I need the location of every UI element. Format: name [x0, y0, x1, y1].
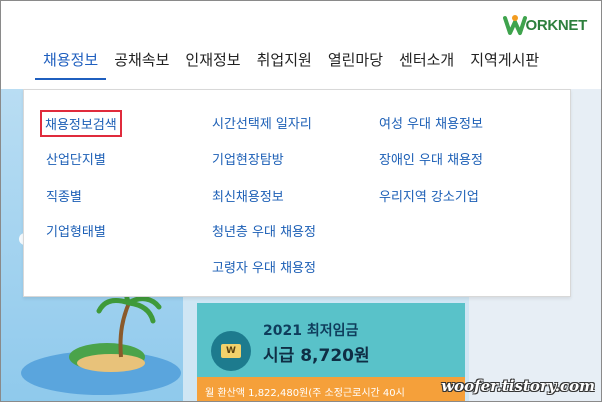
nav-item-employment-support[interactable]: 취업지원 [249, 45, 320, 80]
worknet-logo[interactable]: ORKNET [503, 12, 587, 38]
nav-item-center-intro[interactable]: 센터소개 [391, 45, 462, 80]
menu-part-time-jobs[interactable]: 시간선택제 일자리 [212, 113, 312, 132]
menu-by-company-type[interactable]: 기업형태별 [46, 221, 106, 240]
watermark-text: woofer.tistory.com [441, 377, 595, 395]
menu-company-visits[interactable]: 기업현장탐방 [212, 149, 284, 168]
menu-job-search[interactable]: 채용정보검색 [40, 110, 122, 137]
nav-item-talent-info[interactable]: 인재정보 [177, 45, 248, 80]
nav-item-recruit-news[interactable]: 공채속보 [106, 45, 177, 80]
hourly-wage-value: 시급 8,720원 [263, 346, 370, 366]
menu-local-strong-companies[interactable]: 우리지역 강소기업 [379, 186, 479, 205]
island-illustration [21, 293, 181, 395]
nav-item-open-forum[interactable]: 열린마당 [320, 45, 391, 80]
worknet-window: ORKNET 채용정보 공채속보 인재정보 취업지원 열린마당 센터소개 지역게… [0, 0, 602, 402]
logo-text: ORKNET [525, 16, 587, 34]
nav-item-job-info[interactable]: 채용정보 [35, 45, 107, 80]
menu-by-occupation[interactable]: 직종별 [46, 186, 82, 205]
job-info-dropdown-menu: 채용정보검색 산업단지별 직종별 기업형태별 시간선택제 일자리 기업현장탐방 … [23, 89, 571, 297]
minimum-wage-banner[interactable]: W 2021 최저임금 시급 8,720원 월 환산액 1,822,480원(주… [197, 303, 465, 401]
menu-industrial-complex[interactable]: 산업단지별 [46, 149, 106, 168]
wage-year-label: 2021 최저임금 [263, 323, 359, 339]
menu-women-preferred[interactable]: 여성 우대 채용정보 [379, 113, 483, 132]
worknet-w-logo-icon [503, 15, 528, 35]
global-nav: 채용정보 공채속보 인재정보 취업지원 열린마당 센터소개 지역게시판 [35, 45, 547, 80]
menu-latest-jobs[interactable]: 최신채용정보 [212, 186, 284, 205]
menu-disabled-preferred[interactable]: 장애인 우대 채용정 [379, 149, 483, 168]
nav-item-regional-board[interactable]: 지역게시판 [462, 45, 547, 80]
menu-senior-preferred[interactable]: 고령자 우대 채용정 [212, 257, 316, 276]
monthly-wage-strip: 월 환산액 1,822,480원(주 소정근로시간 40시 [197, 377, 465, 401]
money-bag-icon: W [211, 331, 251, 371]
menu-youth-preferred[interactable]: 청년층 우대 채용정 [212, 221, 316, 240]
